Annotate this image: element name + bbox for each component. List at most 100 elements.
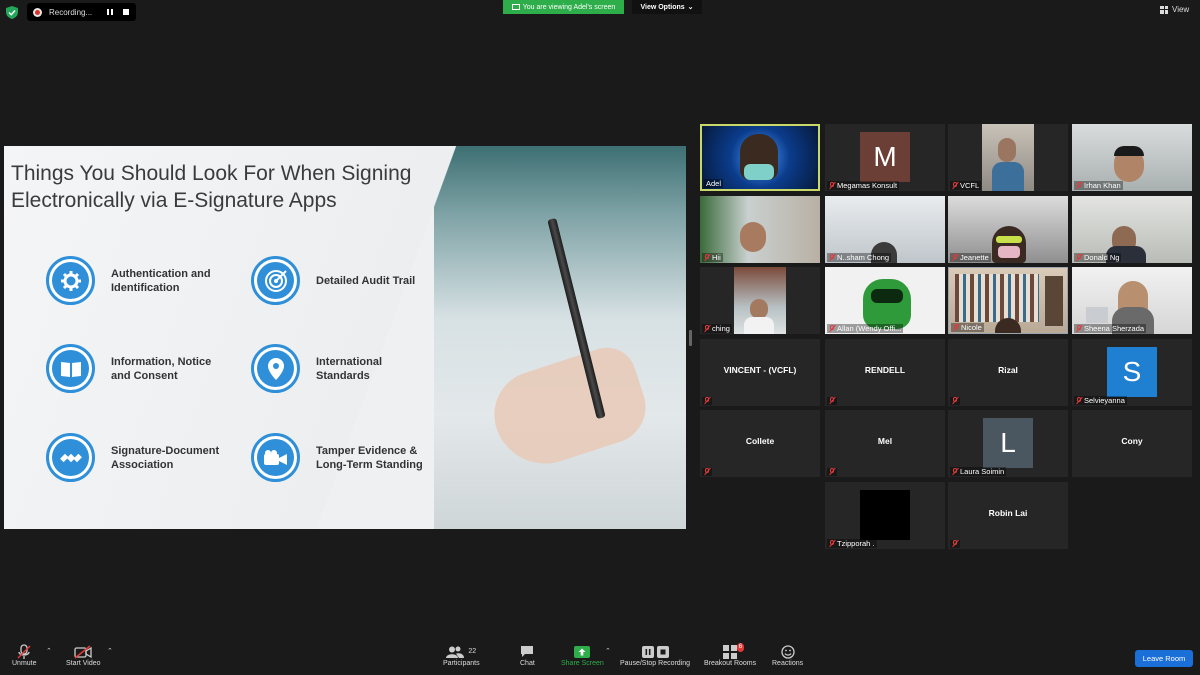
leave-room-label: Leave Room — [1142, 654, 1186, 663]
view-button[interactable]: View — [1160, 5, 1189, 14]
participant-name: Nicole — [951, 323, 984, 332]
slide-item-label: Detailed Audit Trail — [316, 274, 416, 287]
share-screen-button[interactable]: Share Screen — [561, 643, 604, 667]
participant-tile-selvieyanna[interactable]: S Selvieyanna — [1072, 339, 1192, 406]
participant-name — [702, 467, 712, 476]
slide-item-tamper-evidence: Tamper Evidence & Long-Term Standing — [251, 433, 434, 482]
muted-mic-icon — [952, 253, 959, 262]
screen-share-banner: You are viewing Adel's screen — [503, 0, 624, 14]
participant-tile-collete[interactable]: Collete — [700, 410, 820, 477]
participant-tile-tzipporah[interactable]: Tzipporah . — [825, 482, 945, 549]
share-options-caret-icon[interactable]: ⌃ — [605, 647, 611, 655]
participant-name — [827, 396, 837, 405]
participant-name: Allan (Wendy Offi... — [827, 324, 904, 333]
stop-recording-button[interactable] — [121, 7, 131, 17]
breakout-rooms-label: Breakout Rooms — [704, 660, 757, 667]
participants-count: 22 — [468, 648, 477, 655]
participant-video — [871, 289, 903, 303]
participant-video — [1114, 146, 1144, 156]
participant-tile-nicole[interactable]: Nicole — [948, 267, 1068, 334]
unmute-button[interactable]: Unmute — [12, 643, 37, 667]
participant-video — [998, 138, 1016, 162]
leave-room-button[interactable]: Leave Room — [1135, 650, 1193, 667]
participant-tile-vincent[interactable]: VINCENT - (VCFL) — [700, 339, 820, 406]
participant-display-name: Collete — [745, 436, 775, 446]
participant-display-name: Robin Lai — [988, 508, 1028, 518]
stop-icon — [656, 645, 669, 658]
pause-icon — [641, 645, 654, 658]
muted-mic-icon — [953, 323, 960, 332]
participant-display-name: RENDELL — [864, 365, 906, 375]
participant-tile-megamas[interactable]: M Megamas Konsult — [825, 124, 945, 191]
reactions-label: Reactions — [772, 660, 804, 667]
video-off-icon — [74, 644, 92, 659]
view-label: View — [1172, 5, 1190, 14]
participant-tile-laura[interactable]: L Laura Soimin — [948, 410, 1068, 477]
participant-name: N..sham Chong — [827, 253, 892, 262]
participant-name: ching — [702, 324, 732, 333]
participant-tile-donald[interactable]: Donald Ng — [1072, 196, 1192, 263]
share-screen-icon — [511, 4, 520, 10]
participant-tile-irhan[interactable]: Irhan Khan — [1072, 124, 1192, 191]
muted-mic-icon — [829, 539, 836, 548]
participant-tile-nsham[interactable]: N..sham Chong — [825, 196, 945, 263]
muted-microphone-icon — [17, 643, 31, 659]
chat-icon — [521, 646, 534, 657]
participants-icon — [446, 646, 465, 658]
slide-title: Things You Should Look For When Signing … — [11, 162, 412, 212]
participant-video — [998, 246, 1020, 258]
participant-tile-sheena[interactable]: Sheena Sherzada — [1072, 267, 1192, 334]
slide-item-label: Signature-Document Association — [111, 444, 220, 471]
satellite-icon — [46, 433, 95, 482]
reactions-button[interactable]: Reactions — [772, 643, 803, 667]
recording-dot-icon — [33, 7, 42, 17]
pause-stop-recording-button[interactable]: Pause/Stop Recording — [620, 643, 690, 667]
share-screen-arrow-icon — [574, 645, 591, 658]
participant-name: Laura Soimin — [950, 467, 1007, 476]
start-video-button[interactable]: Start Video — [66, 643, 101, 667]
participant-video — [1045, 276, 1063, 326]
gear-icon — [46, 256, 95, 305]
muted-mic-icon — [952, 181, 959, 190]
participant-video — [863, 279, 911, 329]
muted-mic-icon — [829, 253, 836, 262]
participant-tile-hii[interactable]: Hii — [700, 196, 820, 263]
participant-tile-allan[interactable]: Allan (Wendy Offi... — [825, 267, 945, 334]
participant-name: Selvieyanna — [1074, 396, 1127, 405]
participant-tile-jeanette[interactable]: Jeanette — [948, 196, 1068, 263]
participant-tile-ching[interactable]: ching — [700, 267, 820, 334]
muted-mic-icon — [704, 396, 711, 405]
avatar: M — [860, 132, 910, 182]
muted-mic-icon — [1076, 253, 1083, 262]
view-options-button[interactable]: View Options ⌄ — [632, 0, 702, 14]
video-options-caret-icon[interactable]: ⌃ — [107, 647, 113, 655]
participant-tile-cony[interactable]: Cony — [1072, 410, 1192, 477]
participant-tile-robin[interactable]: Robin Lai — [948, 482, 1068, 549]
muted-mic-icon — [829, 467, 836, 476]
participant-video — [1086, 307, 1108, 323]
participant-display-name: VINCENT - (VCFL) — [723, 365, 797, 375]
breakout-rooms-button[interactable]: 6 Breakout Rooms — [704, 643, 756, 667]
pause-recording-button[interactable] — [105, 7, 115, 17]
participants-label: Participants — [443, 660, 480, 667]
participant-tile-mel[interactable]: Mel — [825, 410, 945, 477]
slide-item-label: Authentication and Identification — [111, 267, 211, 294]
audio-options-caret-icon[interactable]: ⌃ — [46, 647, 52, 655]
muted-mic-icon — [1076, 324, 1083, 333]
participants-button[interactable]: 22 Participants — [443, 643, 480, 667]
participant-tile-rizal[interactable]: Rizal — [948, 339, 1068, 406]
participant-video — [740, 222, 766, 252]
chat-button[interactable]: Chat — [520, 643, 535, 667]
avatar: S — [1107, 347, 1157, 397]
splitter-handle[interactable] — [689, 330, 692, 346]
participant-name: Sheena Sherzada — [1074, 324, 1147, 333]
shared-screen-slide: Things You Should Look For When Signing … — [4, 146, 686, 529]
participant-tile-rendell[interactable]: RENDELL — [825, 339, 945, 406]
recording-label: Recording... — [49, 7, 93, 17]
participant-tile-adel[interactable]: Adel — [700, 124, 820, 191]
muted-mic-icon — [704, 324, 711, 333]
participant-tile-vcfl[interactable]: VCFL — [948, 124, 1068, 191]
video-camera-icon — [251, 433, 300, 482]
security-shield-icon[interactable] — [6, 6, 18, 19]
slide-item-audit-trail: Detailed Audit Trail — [251, 256, 434, 305]
